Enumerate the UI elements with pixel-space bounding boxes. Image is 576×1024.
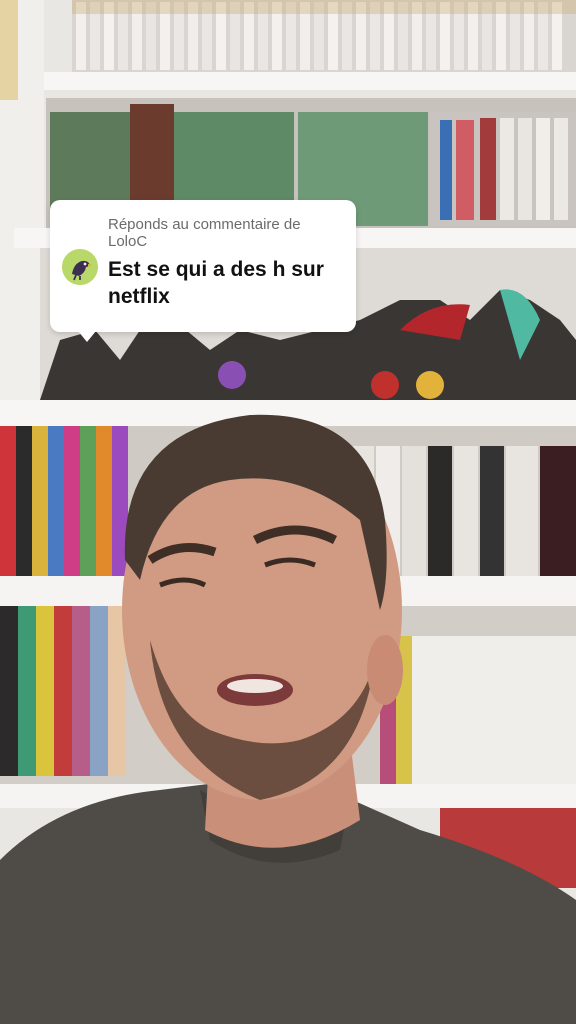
crow-avatar-icon (62, 249, 98, 285)
video-frame[interactable]: Réponds au commentaire de LoloC Est se q… (0, 0, 576, 1024)
video-background (0, 0, 576, 1024)
comment-text: Est se qui a des h sur netflix (108, 258, 324, 308)
reply-comment-card[interactable]: Réponds au commentaire de LoloC Est se q… (50, 200, 356, 342)
reply-label: Réponds au commentaire de LoloC (108, 216, 301, 250)
